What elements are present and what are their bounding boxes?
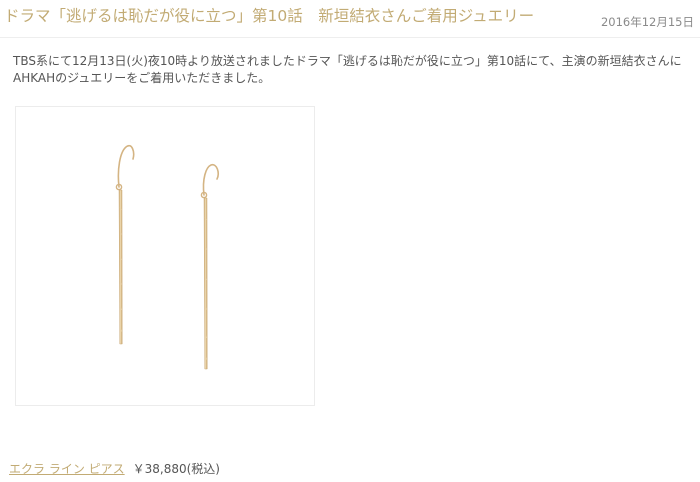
post-intro: TBS系にて12月13日(火)夜10時より放送されましたドラマ「逃げるは恥だが役…: [13, 54, 682, 85]
product-info: エクラ ライン ピアス ￥38,880(税込): [9, 460, 220, 477]
product-image: [15, 106, 315, 406]
right-earring: [200, 163, 219, 370]
product-link[interactable]: エクラ ライン ピアス: [9, 462, 125, 476]
earrings-illustration: [115, 144, 219, 370]
post-date: 2016年12月15日: [600, 15, 694, 29]
left-earring: [115, 144, 135, 345]
post-header: ドラマ「逃げるは恥だが役に立つ」第10話 新垣結衣さんご着用ジュエリー 2016…: [0, 0, 700, 38]
product-price: ￥38,880(税込): [132, 462, 220, 476]
post-title: ドラマ「逃げるは恥だが役に立つ」第10話 新垣結衣さんご着用ジュエリー: [4, 7, 535, 25]
